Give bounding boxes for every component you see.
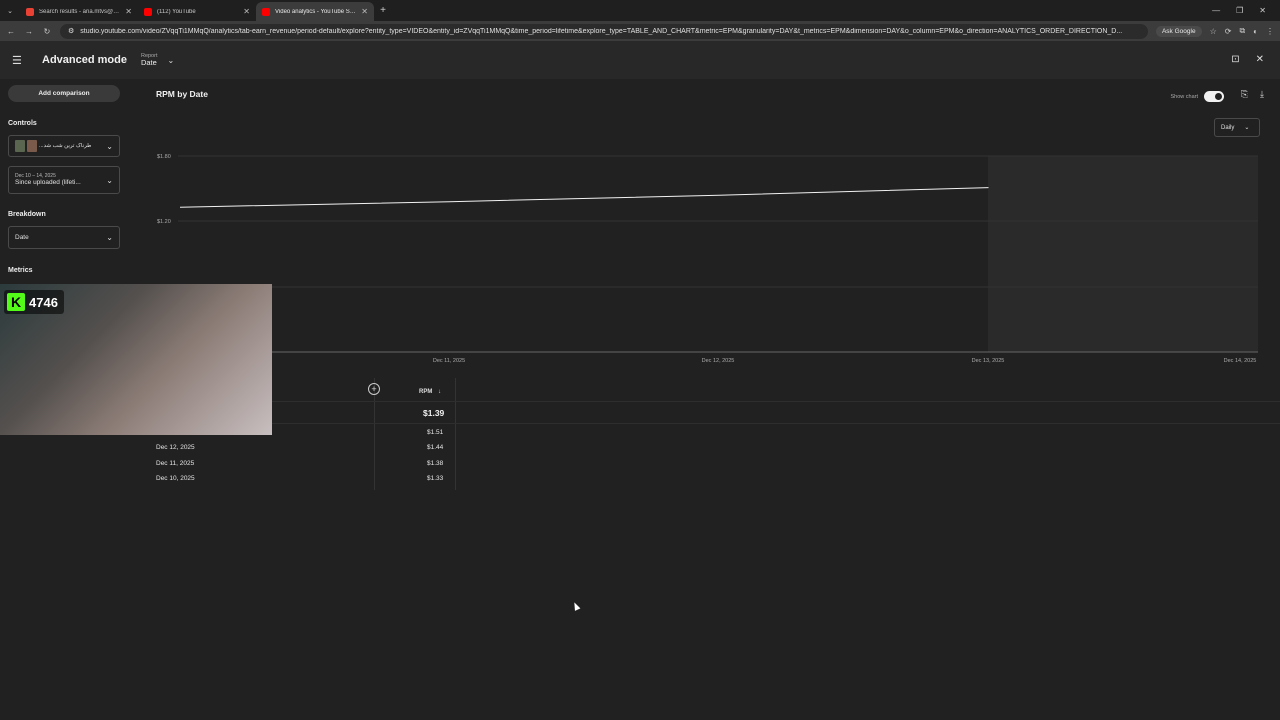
chevron-down-icon: ⌄: [106, 233, 113, 242]
forward-icon[interactable]: →: [24, 27, 34, 36]
page-title: Advanced mode: [42, 54, 127, 66]
kick-counter: K 4746: [4, 290, 64, 314]
reload-icon[interactable]: ↻: [42, 27, 52, 36]
tab-gmail[interactable]: Search results - aria.mtvs@gm... ✕: [20, 2, 138, 21]
tab-title: (112) YouTube: [157, 8, 196, 15]
chart-actions: ⎘ ⤓: [1241, 89, 1264, 100]
browser-tab-bar: ⌄ Search results - aria.mtvs@gm... ✕ (11…: [0, 0, 1280, 21]
tab-title: Video analytics - YouTube Studio: [275, 8, 357, 15]
close-icon[interactable]: ✕: [1256, 54, 1264, 65]
sort-arrow-icon: ↓: [438, 389, 442, 395]
row-value: $1.51: [427, 429, 444, 436]
metrics-label: Metrics: [8, 267, 33, 274]
y-tick-label: $1.20: [157, 219, 171, 225]
rpm-total: $1.39: [423, 408, 445, 418]
kick-count: 4746: [29, 294, 58, 310]
site-info-icon[interactable]: ⚙: [68, 27, 74, 35]
video-title: ...طرناک ترین شب شد: [39, 143, 91, 149]
back-icon[interactable]: ←: [6, 27, 16, 36]
breakdown-value: Date: [15, 234, 29, 241]
rpm-line-chart: $1.80 $1.20 Dec 11, 2025 Dec 12, 2025 De…: [157, 154, 1258, 364]
date-range-selector[interactable]: Dec 10 – 14, 2025 Since uploaded (lifeti…: [8, 166, 120, 194]
profile-avatar-icon[interactable]: ◐: [1253, 27, 1258, 36]
app-header: ☰ Advanced mode Report Date ⌄ ⊡ ✕: [0, 41, 1280, 79]
kick-logo-icon: K: [7, 293, 25, 311]
row-value: $1.38: [427, 460, 444, 467]
report-selector[interactable]: Report Date: [141, 53, 158, 67]
x-tick-label: Dec 13, 2025: [972, 358, 1005, 364]
row-value: $1.33: [427, 475, 444, 482]
table-divider: [150, 401, 1280, 402]
y-tick-label: $1.80: [157, 154, 171, 160]
close-icon[interactable]: ✕: [243, 7, 250, 16]
granularity-value: Daily: [1221, 124, 1235, 131]
feedback-icon[interactable]: ⊡: [1231, 54, 1239, 65]
tab-youtube[interactable]: (112) YouTube ✕: [138, 2, 256, 21]
x-tick-label: Dec 14, 2025: [1224, 358, 1257, 364]
column-label: RPM: [419, 389, 433, 395]
close-icon[interactable]: ✕: [125, 7, 132, 16]
breakdown-label: Breakdown: [8, 211, 46, 218]
browser-menu-icon[interactable]: ⋮: [1266, 27, 1274, 36]
add-metric-icon[interactable]: +: [368, 383, 380, 395]
granularity-dropdown[interactable]: Daily ⌄: [1214, 118, 1260, 137]
x-tick-label: Dec 11, 2025: [433, 358, 465, 364]
chevron-down-icon: ⌄: [106, 141, 113, 151]
webcam-overlay: K 4746: [0, 284, 272, 435]
show-chart-toggle[interactable]: Show chart: [1170, 91, 1224, 102]
chart-title: RPM by Date: [156, 89, 208, 99]
ask-google-button[interactable]: Ask Google: [1155, 25, 1202, 37]
window-controls: — ❐ ✕: [1212, 0, 1280, 21]
menu-icon[interactable]: ☰: [12, 54, 26, 67]
mouse-cursor: [571, 601, 581, 611]
url-text: studio.youtube.com/video/ZVqqTi1MMqQ/ana…: [80, 27, 1123, 35]
row-date: Dec 10, 2025: [156, 475, 195, 482]
close-icon[interactable]: ✕: [361, 7, 368, 16]
download-icon[interactable]: ⤓: [1260, 89, 1264, 100]
add-comparison-button[interactable]: Add comparison: [8, 85, 120, 102]
row-date: Dec 12, 2025: [156, 444, 195, 451]
new-tab-button[interactable]: +: [374, 0, 392, 21]
video-thumbnail: [27, 140, 37, 152]
controls-label: Controls: [8, 120, 37, 127]
breakdown-selector[interactable]: Date ⌄: [8, 226, 120, 249]
x-tick-label: Dec 12, 2025: [702, 358, 735, 364]
extensions-puzzle-icon[interactable]: ⧉: [1239, 26, 1245, 36]
tab-title: Search results - aria.mtvs@gm...: [39, 8, 121, 15]
url-field[interactable]: ⚙ studio.youtube.com/video/ZVqqTi1MMqQ/a…: [60, 23, 1148, 39]
address-bar-row: ← → ↻ ⚙ studio.youtube.com/video/ZVqqTi1…: [0, 21, 1280, 41]
close-window-icon[interactable]: ✕: [1259, 6, 1266, 15]
tab-search-icon[interactable]: ⌄: [0, 0, 20, 21]
toggle-switch[interactable]: [1204, 91, 1224, 102]
table-divider: [455, 378, 456, 490]
row-value: $1.44: [427, 444, 444, 451]
bookmark-icon[interactable]: ⎘: [1241, 89, 1248, 100]
chart-future-shade: [988, 156, 1258, 352]
minimize-icon[interactable]: —: [1212, 6, 1220, 15]
table-divider: [150, 423, 1280, 424]
tab-youtube-studio[interactable]: Video analytics - YouTube Studio ✕: [256, 2, 374, 21]
video-thumbnail: [15, 140, 25, 152]
row-date: Dec 11, 2025: [156, 460, 195, 467]
rpm-series-line: [179, 187, 989, 208]
gmail-icon: [26, 7, 34, 16]
chevron-down-icon: ⌄: [106, 175, 113, 185]
report-value: Date: [140, 57, 157, 67]
extension-icon[interactable]: ⟳: [1225, 27, 1232, 36]
restore-icon[interactable]: ❐: [1236, 6, 1243, 15]
show-chart-label: Show chart: [1170, 93, 1198, 100]
chevron-down-icon[interactable]: ⌄: [167, 56, 174, 65]
rpm-column-header[interactable]: RPM ↓: [419, 389, 441, 395]
date-range-value: Since uploaded (lifeti...: [15, 179, 81, 187]
bookmark-star-icon[interactable]: ☆: [1210, 27, 1217, 36]
video-selector[interactable]: ...طرناک ترین شب شد ⌄: [8, 135, 120, 157]
youtube-icon: [144, 7, 152, 16]
youtube-studio-icon: [262, 7, 270, 16]
header-actions: ⊡ ✕: [1231, 54, 1264, 65]
chevron-down-icon: ⌄: [1244, 125, 1250, 131]
